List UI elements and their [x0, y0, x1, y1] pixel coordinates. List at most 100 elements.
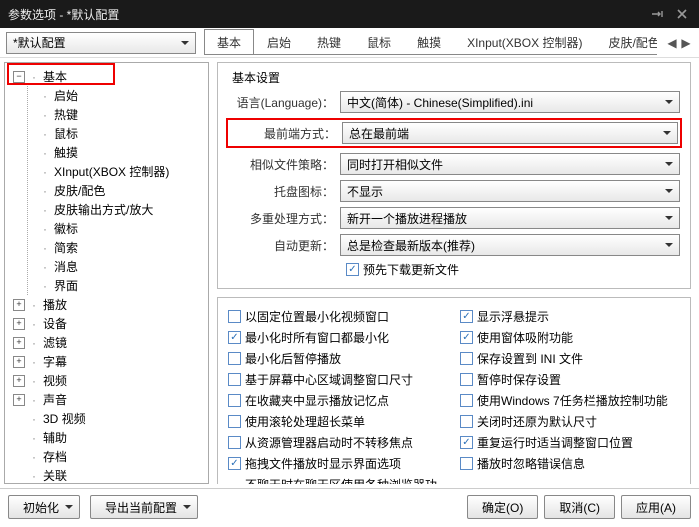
tree-node[interactable]: +·声音 [7, 390, 208, 409]
tree-label: 滤镜 [43, 334, 67, 351]
tree-label: 触摸 [54, 144, 78, 161]
tree-node[interactable]: ·消息 [32, 257, 208, 276]
tree-node[interactable]: ·鼠标 [32, 124, 208, 143]
tree-label: 鼠标 [54, 125, 78, 142]
check-left-0[interactable]: 以固定位置最小化视频窗口 [228, 308, 448, 325]
checkbox-icon [460, 436, 473, 449]
tab-4[interactable]: 触摸 [404, 29, 454, 54]
tab-1[interactable]: 启始 [254, 29, 304, 54]
check-right-4[interactable]: 使用Windows 7任务栏播放控制功能 [460, 392, 680, 409]
tree-label: 关联 [43, 467, 67, 484]
check-left-1[interactable]: 最小化时所有窗口都最小化 [228, 329, 448, 346]
check-right-0[interactable]: 显示浮悬提示 [460, 308, 680, 325]
check-left-6[interactable]: 从资源管理器启动时不转移焦点 [228, 434, 448, 451]
tree-label: 字幕 [43, 353, 67, 370]
apply-button[interactable]: 应用(A) [621, 495, 691, 519]
tree-node[interactable]: +·播放 [7, 295, 208, 314]
check-label: 最小化后暂停播放 [245, 350, 341, 367]
check-label: 关闭时还原为默认尺寸 [477, 413, 597, 430]
tree-node[interactable]: +·视频 [7, 371, 208, 390]
select-multi[interactable]: 新开一个播放进程播放 [340, 207, 680, 229]
check-left-5[interactable]: 使用滚轮处理超长菜单 [228, 413, 448, 430]
expand-icon[interactable]: + [13, 337, 25, 349]
tree-label: 基本 [43, 68, 67, 85]
top-row: *默认配置 基本启始热键鼠标触摸XInput(XBOX 控制器)皮肤/配色皮肤 … [0, 28, 699, 58]
tree-node[interactable]: −·基本 [7, 67, 208, 86]
expand-icon[interactable]: + [13, 299, 25, 311]
tab-scroll-left[interactable]: ◀ [665, 36, 679, 50]
preset-dropdown[interactable]: *默认配置 [6, 32, 196, 54]
check-left-8[interactable]: 不聊天时在聊天区使用各种浏览器功能 [228, 476, 448, 484]
check-right-5[interactable]: 关闭时还原为默认尺寸 [460, 413, 680, 430]
check-left-7[interactable]: 拖拽文件播放时显示界面选项 [228, 455, 448, 472]
tree-node[interactable]: ·3D 视频 [7, 409, 208, 428]
bottom-bar: 初始化 导出当前配置 确定(O) 取消(C) 应用(A) [0, 488, 699, 525]
expand-icon[interactable]: + [13, 375, 25, 387]
close-icon[interactable] [673, 7, 691, 21]
label-topmost: 最前端方式： [230, 125, 342, 142]
tab-6[interactable]: 皮肤/配色 [595, 29, 657, 54]
tree-label: 存档 [43, 448, 67, 465]
label-autoupdate: 自动更新： [228, 237, 340, 254]
checkbox-icon [460, 457, 473, 470]
check-label: 显示浮悬提示 [477, 308, 549, 325]
label-similarfile: 相似文件策略： [228, 156, 340, 173]
checkbox-icon [228, 457, 241, 470]
tab-5[interactable]: XInput(XBOX 控制器) [454, 29, 595, 54]
tree-label: 3D 视频 [43, 410, 86, 427]
tree-node[interactable]: ·徽标 [32, 219, 208, 238]
tab-0[interactable]: 基本 [204, 29, 254, 55]
tree-node[interactable]: ·启始 [32, 86, 208, 105]
label-trayicon: 托盘图标： [228, 183, 340, 200]
expand-icon[interactable]: + [13, 318, 25, 330]
tree-node[interactable]: +·设备 [7, 314, 208, 333]
expand-icon[interactable]: + [13, 356, 25, 368]
export-button[interactable]: 导出当前配置 [90, 495, 198, 519]
tab-3[interactable]: 鼠标 [354, 29, 404, 54]
tree-node[interactable]: ·界面 [32, 276, 208, 295]
checkbox-icon [228, 331, 241, 344]
check-label: 暂停时保存设置 [477, 371, 561, 388]
check-right-6[interactable]: 重复运行时适当调整窗口位置 [460, 434, 680, 451]
tree-node[interactable]: ·触摸 [32, 143, 208, 162]
select-topmost[interactable]: 总在最前端 [342, 122, 678, 144]
select-language[interactable]: 中文(简体) - Chinese(Simplified).ini [340, 91, 680, 113]
select-trayicon[interactable]: 不显示 [340, 180, 680, 202]
check-right-1[interactable]: 使用窗体吸附功能 [460, 329, 680, 346]
select-similarfile[interactable]: 同时打开相似文件 [340, 153, 680, 175]
tab-2[interactable]: 热键 [304, 29, 354, 54]
tree-node[interactable]: ·存档 [7, 447, 208, 466]
check-left-3[interactable]: 基于屏幕中心区域调整窗口尺寸 [228, 371, 448, 388]
expand-icon[interactable]: + [13, 394, 25, 406]
tree-node[interactable]: ·简索 [32, 238, 208, 257]
tree-node[interactable]: ·关联 [7, 466, 208, 484]
tree-node[interactable]: +·滤镜 [7, 333, 208, 352]
tree-node[interactable]: ·XInput(XBOX 控制器) [32, 162, 208, 181]
tree-node[interactable]: ·皮肤/配色 [32, 181, 208, 200]
tree-label: 消息 [54, 258, 78, 275]
collapse-icon[interactable]: − [13, 71, 25, 83]
pin-icon[interactable] [649, 7, 667, 21]
check-right-2[interactable]: 保存设置到 INI 文件 [460, 350, 680, 367]
tree-label: 播放 [43, 296, 67, 313]
check-left-4[interactable]: 在收藏夹中显示播放记忆点 [228, 392, 448, 409]
init-button[interactable]: 初始化 [8, 495, 80, 519]
tab-scroll-right[interactable]: ▶ [679, 36, 693, 50]
tree-node[interactable]: ·辅助 [7, 428, 208, 447]
select-autoupdate[interactable]: 总是检查最新版本(推荐) [340, 234, 680, 256]
tree-node[interactable]: +·字幕 [7, 352, 208, 371]
ok-button[interactable]: 确定(O) [467, 495, 538, 519]
tree-node[interactable]: ·皮肤输出方式/放大 [32, 200, 208, 219]
check-right-7[interactable]: 播放时忽略错误信息 [460, 455, 680, 472]
checkbox-icon [346, 263, 359, 276]
check-predownload[interactable]: 预先下载更新文件 [346, 261, 680, 278]
cancel-button[interactable]: 取消(C) [544, 495, 615, 519]
nav-tree[interactable]: −·基本·启始·热键·鼠标·触摸·XInput(XBOX 控制器)·皮肤/配色·… [4, 62, 209, 484]
checkbox-icon [460, 310, 473, 323]
check-right-3[interactable]: 暂停时保存设置 [460, 371, 680, 388]
tree-node[interactable]: ·热键 [32, 105, 208, 124]
check-left-2[interactable]: 最小化后暂停播放 [228, 350, 448, 367]
checkbox-icon [460, 394, 473, 407]
checkbox-icon [228, 415, 241, 428]
check-label: 最小化时所有窗口都最小化 [245, 329, 389, 346]
